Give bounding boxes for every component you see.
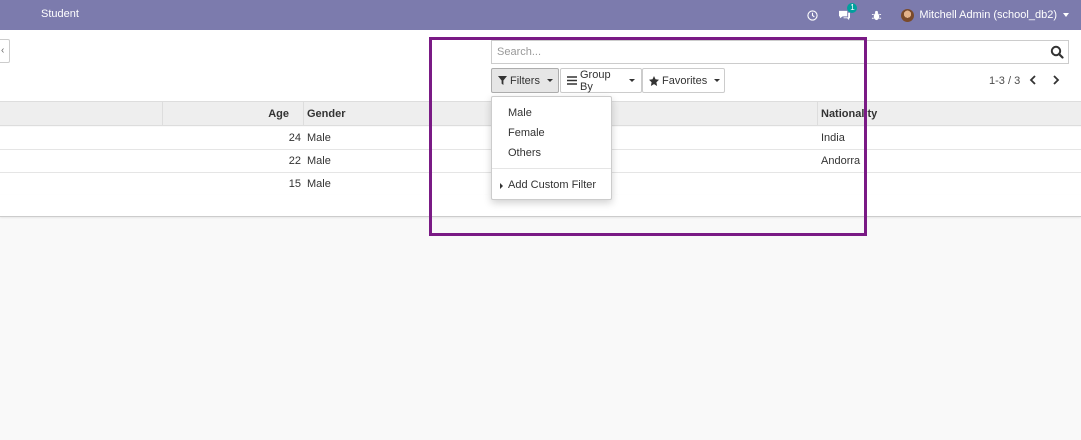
navbar-systray: 1 Mitchell Admin (school_db2): [805, 0, 1081, 30]
caret-down-icon: [546, 79, 553, 82]
pager-value[interactable]: 1-3 / 3: [989, 75, 1020, 87]
cell-age: 15: [288, 178, 301, 190]
user-menu[interactable]: Mitchell Admin (school_db2): [901, 8, 1069, 22]
top-navbar: Student 1 Mitchell Admin (school_db2): [0, 0, 1081, 30]
pager-previous-icon[interactable]: [1025, 72, 1041, 88]
column-separator: [303, 102, 304, 126]
search-box: [491, 40, 1069, 64]
bars-icon: [567, 76, 577, 85]
column-header-nationality[interactable]: Nationality: [821, 102, 877, 126]
left-button-stub[interactable]: ‹: [0, 39, 10, 63]
filters-dropdown-menu: Male Female Others Add Custom Filter: [491, 96, 612, 200]
group-by-button[interactable]: Group By: [560, 68, 642, 93]
group-by-label: Group By: [580, 68, 611, 93]
caret-right-icon: [500, 183, 503, 189]
column-header-age[interactable]: Age: [162, 102, 289, 126]
filter-item-male[interactable]: Male: [508, 107, 532, 119]
add-custom-filter[interactable]: Add Custom Filter: [508, 179, 596, 191]
dropdown-divider: [492, 168, 611, 169]
column-header-gender[interactable]: Gender: [307, 102, 346, 126]
caret-down-icon: [714, 79, 721, 82]
chevron-down-icon: [1063, 13, 1069, 17]
filter-item-female[interactable]: Female: [508, 127, 545, 139]
filters-button[interactable]: Filters: [491, 68, 559, 93]
cell-age: 24: [288, 132, 301, 144]
activity-clock-icon[interactable]: [805, 8, 819, 22]
chat-icon[interactable]: 1: [837, 3, 858, 22]
column-separator: [817, 102, 818, 126]
avatar: [901, 8, 915, 22]
favorites-label: Favorites: [662, 74, 708, 87]
pager-next-icon[interactable]: [1048, 72, 1064, 88]
cell-age: 22: [288, 155, 301, 167]
chevron-left-icon: ‹: [1, 45, 5, 56]
cell-nationality: India: [821, 132, 845, 144]
cell-gender: Male: [307, 132, 331, 144]
search-input[interactable]: [492, 41, 1032, 63]
search-icon[interactable]: [1050, 45, 1064, 59]
user-name: Mitchell Admin (school_db2): [919, 9, 1057, 21]
cell-gender: Male: [307, 155, 331, 167]
chat-badge: 1: [847, 3, 858, 13]
filters-label: Filters: [510, 74, 540, 87]
cell-nationality: Andorra: [821, 155, 861, 167]
favorites-button[interactable]: Favorites: [642, 68, 725, 93]
debug-bug-icon[interactable]: [869, 8, 883, 22]
filter-item-others[interactable]: Others: [508, 147, 541, 159]
cell-gender: Male: [307, 178, 331, 190]
star-icon: [649, 75, 659, 86]
app-title[interactable]: Student: [41, 8, 79, 20]
filter-icon: [498, 76, 507, 85]
caret-down-icon: [629, 79, 635, 82]
